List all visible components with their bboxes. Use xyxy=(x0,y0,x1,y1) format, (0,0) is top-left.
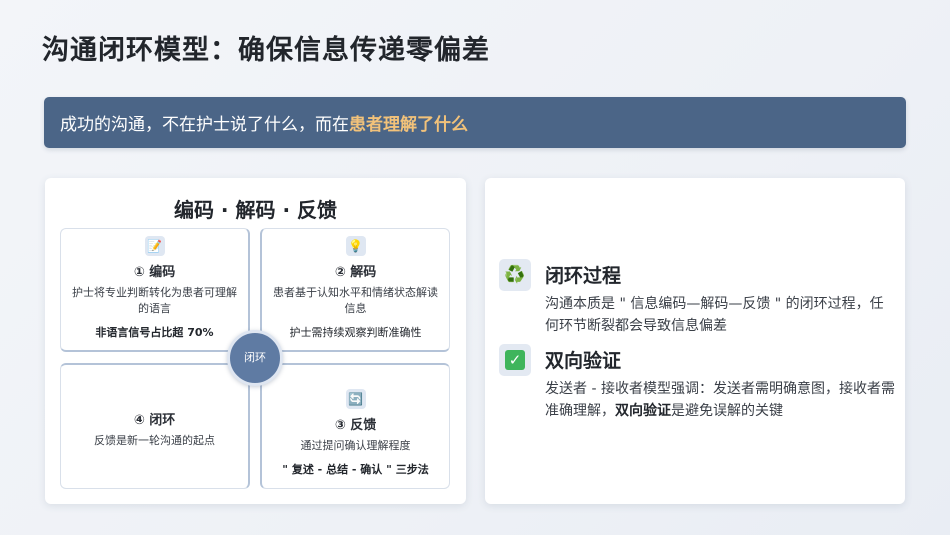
item-text: 沟通本质是 " 信息编码—解码—反馈 " 的闭环过程，任何环节断裂都会导致信息偏… xyxy=(545,296,884,334)
quadrant-decode: 💡 ② 解码 患者基于认知水平和情绪状态解读信息 护士需持续观察判断准确性 xyxy=(260,228,450,352)
memo-icon: 📝 xyxy=(144,236,165,256)
quadrant-close-loop: ④ 闭环 反馈是新一轮沟通的起点 xyxy=(60,363,250,489)
lightbulb-icon: 💡 xyxy=(345,236,366,256)
quadrant-feedback: 🔄 ③ 反馈 通过提问确认理解程度 " 复述 - 总结 - 确认 " 三步法 xyxy=(260,363,450,489)
key-message-banner: 成功的沟通，不在护士说了什么，而在 患者理解了什么 xyxy=(44,97,906,148)
quadrant-text: 反馈是新一轮沟通的起点 xyxy=(94,434,215,447)
refresh-icon: 🔄 xyxy=(345,389,366,409)
quadrant-text: 护士将专业判断转化为患者可理解的语言 xyxy=(72,286,237,315)
quadrant-title: ① 编码 xyxy=(133,265,176,280)
quadrant-title: ③ 反馈 xyxy=(334,418,377,433)
quadrant-text: 通过提问确认理解程度 xyxy=(300,439,411,452)
quadrant-text: 患者基于认知水平和情绪状态解读信息 xyxy=(273,286,438,315)
item-text: 发送者 - 接收者模型强调：发送者需明确意图，接收者需准确理解，双向验证是避免误… xyxy=(545,378,895,422)
item-title: 双向验证 xyxy=(545,350,622,372)
model-heading: 编码 · 解码 · 反馈 xyxy=(173,198,338,222)
item-text-bold: 双向验证 xyxy=(615,403,671,419)
check-icon: ✓ xyxy=(499,344,531,376)
explanation-card: ♻️ 闭环过程 沟通本质是 " 信息编码—解码—反馈 " 的闭环过程，任何环节断… xyxy=(485,178,905,504)
quadrant-title: ④ 闭环 xyxy=(133,413,176,428)
recycle-icon: ♻️ xyxy=(499,259,531,291)
item-title: 闭环过程 xyxy=(545,265,622,287)
quadrant-note: 非语言信号占比超 70% xyxy=(95,326,214,339)
quadrant-title: ② 解码 xyxy=(334,265,377,280)
page-title: 沟通闭环模型：确保信息传递零偏差 xyxy=(42,35,490,66)
model-card: 编码 · 解码 · 反馈 📝 ① 编码 护士将专业判断转化为患者可理解的语言 非… xyxy=(45,178,466,504)
quadrant-encode: 📝 ① 编码 护士将专业判断转化为患者可理解的语言 非语言信号占比超 70% xyxy=(60,228,250,352)
banner-text: 成功的沟通，不在护士说了什么，而在 xyxy=(60,115,349,135)
banner-highlight: 患者理解了什么 xyxy=(349,115,468,135)
loop-hub: 闭环 xyxy=(227,330,283,386)
quadrant-note: " 复述 - 总结 - 确认 " 三步法 xyxy=(282,463,429,476)
quadrant-note: 护士需持续观察判断准确性 xyxy=(289,326,422,339)
item-text-part: 是避免误解的关键 xyxy=(671,403,783,419)
